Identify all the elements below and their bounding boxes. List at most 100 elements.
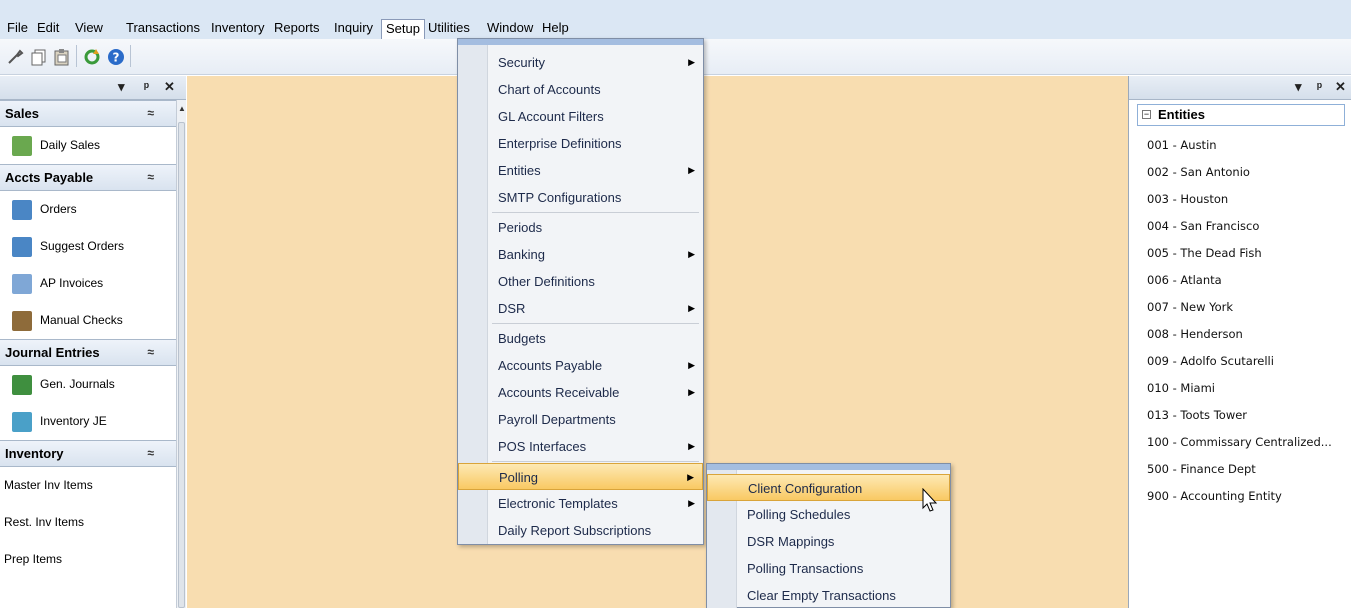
- entity-item[interactable]: 008 - Henderson: [1147, 327, 1243, 341]
- menu-item-electronic-templates[interactable]: Electronic Templates ▶: [458, 490, 703, 517]
- menu-item-label: Periods: [498, 220, 543, 235]
- submenu-arrow-icon: ▶: [688, 387, 695, 397]
- menu-item-clear-empty-transactions[interactable]: Clear Empty Transactions: [707, 582, 950, 608]
- nav-item-master-inv-items[interactable]: Master Inv Items: [0, 467, 176, 504]
- menu-item-label: Banking: [498, 247, 545, 262]
- menu-item-enterprise-definitions[interactable]: Enterprise Definitions: [458, 130, 703, 157]
- nav-item-rest-inv-items[interactable]: Rest. Inv Items: [0, 504, 176, 541]
- menu-item-payroll-departments[interactable]: Payroll Departments: [458, 406, 703, 433]
- menu-item-label: Accounts Receivable: [498, 385, 620, 400]
- entity-item[interactable]: 010 - Miami: [1147, 381, 1215, 395]
- menu-inquiry[interactable]: Inquiry: [330, 19, 377, 39]
- refresh-icon[interactable]: [82, 47, 102, 67]
- menu-item-budgets[interactable]: Budgets: [458, 325, 703, 352]
- menu-item-smtp-configurations[interactable]: SMTP Configurations: [458, 184, 703, 211]
- nav-item-gen-journals[interactable]: Gen. Journals: [0, 366, 176, 403]
- collapse-chevron-icon[interactable]: ≈: [147, 165, 154, 190]
- menu-item-security[interactable]: Security ▶: [458, 49, 703, 76]
- nav-item-manual-checks[interactable]: Manual Checks: [0, 302, 176, 339]
- menu-utilities[interactable]: Utilities: [424, 19, 474, 39]
- menu-item-polling[interactable]: Polling ▶: [458, 463, 703, 490]
- menu-item-banking[interactable]: Banking ▶: [458, 241, 703, 268]
- entity-item[interactable]: 003 - Houston: [1147, 192, 1228, 206]
- left-panel-scrollbar[interactable]: ▲: [176, 100, 186, 608]
- collapse-icon[interactable]: −: [1142, 110, 1151, 119]
- menu-reports[interactable]: Reports: [270, 19, 324, 39]
- dropdown-icon[interactable]: ▾: [118, 79, 125, 95]
- dropdown-icon[interactable]: ▾: [1295, 79, 1302, 95]
- wrench-icon[interactable]: [6, 47, 26, 67]
- menu-separator: [492, 461, 699, 462]
- menu-inventory[interactable]: Inventory: [207, 19, 268, 39]
- pin-icon[interactable]: ᵖ: [1317, 79, 1322, 94]
- submenu-arrow-icon: ▶: [688, 360, 695, 370]
- menu-item-daily-report-subscriptions[interactable]: Daily Report Subscriptions: [458, 517, 703, 544]
- entities-tree-header[interactable]: − Entities: [1137, 104, 1345, 126]
- menu-item-gl-account-filters[interactable]: GL Account Filters: [458, 103, 703, 130]
- entity-item[interactable]: 900 - Accounting Entity: [1147, 489, 1282, 503]
- nav-item-label: Daily Sales: [40, 138, 101, 152]
- polling-submenu: Client Configuration Polling Schedules DSR…: [706, 463, 951, 608]
- nav-item-daily-sales[interactable]: Daily Sales: [0, 127, 176, 164]
- section-inventory[interactable]: Inventory ≈: [0, 440, 176, 467]
- collapse-chevron-icon[interactable]: ≈: [147, 340, 154, 365]
- nav-item-orders[interactable]: Orders: [0, 191, 176, 228]
- section-accts-payable[interactable]: Accts Payable ≈: [0, 164, 176, 191]
- scrollbar-thumb[interactable]: [178, 122, 185, 608]
- menu-item-other-definitions[interactable]: Other Definitions: [458, 268, 703, 295]
- nav-item-suggest-orders[interactable]: Suggest Orders: [0, 228, 176, 265]
- menu-item-label: Electronic Templates: [498, 496, 618, 511]
- menu-item-accounts-receivable[interactable]: Accounts Receivable ▶: [458, 379, 703, 406]
- entity-item[interactable]: 013 - Toots Tower: [1147, 408, 1247, 422]
- entity-item[interactable]: 001 - Austin: [1147, 138, 1217, 152]
- paste-icon[interactable]: [52, 47, 72, 67]
- entity-item[interactable]: 500 - Finance Dept: [1147, 462, 1256, 476]
- menu-item-dsr[interactable]: DSR ▶: [458, 295, 703, 322]
- nav-item-label: Inventory JE: [40, 414, 107, 428]
- entity-item[interactable]: 005 - The Dead Fish: [1147, 246, 1262, 260]
- nav-item-ap-invoices[interactable]: AP Invoices: [0, 265, 176, 302]
- menu-edit[interactable]: Edit: [33, 19, 63, 39]
- entity-item[interactable]: 100 - Commissary Centralized...: [1147, 435, 1332, 449]
- menu-item-polling-transactions[interactable]: Polling Transactions: [707, 555, 950, 582]
- menu-transactions[interactable]: Transactions: [122, 19, 204, 39]
- menu-item-accounts-payable[interactable]: Accounts Payable ▶: [458, 352, 703, 379]
- menu-view[interactable]: View: [71, 19, 107, 39]
- close-icon[interactable]: ✕: [164, 79, 175, 95]
- menu-help[interactable]: Help: [538, 19, 573, 39]
- entity-item[interactable]: 006 - Atlanta: [1147, 273, 1222, 287]
- menu-item-client-configuration[interactable]: Client Configuration: [707, 474, 950, 501]
- menu-item-polling-schedules[interactable]: Polling Schedules: [707, 501, 950, 528]
- section-journal-entries[interactable]: Journal Entries ≈: [0, 339, 176, 366]
- pin-icon[interactable]: ᵖ: [144, 79, 149, 94]
- collapse-chevron-icon[interactable]: ≈: [147, 101, 154, 126]
- entity-item[interactable]: 009 - Adolfo Scutarelli: [1147, 354, 1274, 368]
- close-icon[interactable]: ✕: [1335, 79, 1346, 95]
- entity-item[interactable]: 007 - New York: [1147, 300, 1233, 314]
- copy-icon[interactable]: [29, 47, 49, 67]
- section-sales[interactable]: Sales ≈: [0, 100, 176, 127]
- entity-item[interactable]: 002 - San Antonio: [1147, 165, 1250, 179]
- right-panel-header: ▾ ᵖ ✕: [1129, 76, 1351, 100]
- submenu-arrow-icon: ▶: [688, 249, 695, 259]
- scroll-up-icon[interactable]: ▲: [178, 104, 186, 113]
- menu-item-pos-interfaces[interactable]: POS Interfaces ▶: [458, 433, 703, 460]
- collapse-chevron-icon[interactable]: ≈: [147, 441, 154, 466]
- menu-item-label: POS Interfaces: [498, 439, 587, 454]
- menu-item-entities[interactable]: Entities ▶: [458, 157, 703, 184]
- nav-item-label: AP Invoices: [40, 276, 104, 290]
- entity-item[interactable]: 004 - San Francisco: [1147, 219, 1259, 233]
- menu-item-dsr-mappings[interactable]: DSR Mappings: [707, 528, 950, 555]
- menu-item-label: Enterprise Definitions: [498, 136, 622, 151]
- menu-item-periods[interactable]: Periods: [458, 214, 703, 241]
- menu-setup[interactable]: Setup: [381, 19, 425, 39]
- section-title: Accts Payable: [5, 170, 94, 185]
- help-icon[interactable]: ?: [106, 47, 126, 67]
- nav-item-prep-items[interactable]: Prep Items: [0, 541, 176, 578]
- nav-item-label: Prep Items: [4, 552, 63, 566]
- menu-window[interactable]: Window: [483, 19, 537, 39]
- left-navigation-panel: ▾ ᵖ ✕ Sales ≈ Daily Sales Accts Payable ≈ Ord…: [0, 76, 186, 608]
- menu-file[interactable]: File: [3, 19, 32, 39]
- menu-item-chart-of-accounts[interactable]: Chart of Accounts: [458, 76, 703, 103]
- nav-item-inventory-je[interactable]: Inventory JE: [0, 403, 176, 440]
